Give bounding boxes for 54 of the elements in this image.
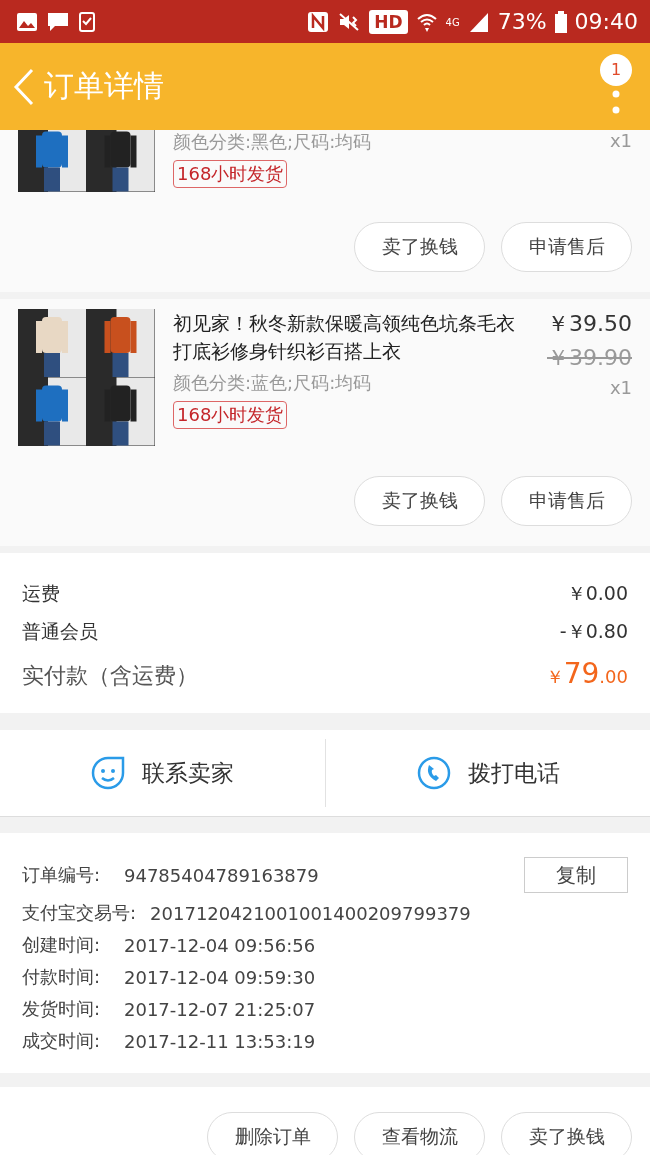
shipping-tag: 168小时发货: [173, 401, 288, 429]
contact-label: 拨打电话: [467, 758, 560, 788]
info-label: 发货时间:: [22, 997, 102, 1021]
battery-percent: 73%: [497, 9, 547, 34]
total-amount: ￥79.00: [545, 657, 628, 690]
order-action-button[interactable]: 删除订单: [207, 1112, 338, 1155]
clipboard-check-icon: [78, 10, 96, 33]
contact-button[interactable]: 拨打电话: [324, 739, 650, 807]
product-spec: 颜色分类:黑色;尺码:均码: [173, 130, 372, 154]
contact-button[interactable]: 联系卖家: [0, 739, 325, 807]
info-value: 2017-12-07 21:25:07: [124, 998, 316, 1020]
info-label: 创建时间:: [22, 933, 102, 957]
battery-icon: [554, 10, 567, 33]
notification-badge: 1: [600, 53, 632, 86]
product-price: ￥39.50: [547, 310, 632, 338]
smiley-chat-icon: [90, 755, 127, 791]
more-icon[interactable]: [612, 89, 620, 114]
info-value: 2017120421001001400209799379: [150, 902, 471, 924]
item-action-button[interactable]: 申请售后: [501, 476, 632, 526]
info-label: 付款时间:: [22, 965, 102, 989]
message-icon: [46, 10, 70, 33]
phone-icon: [415, 755, 452, 791]
gallery-icon: [16, 11, 38, 32]
quantity: x1: [609, 130, 632, 151]
fee-label: 运费: [22, 581, 60, 606]
info-value: 2017-12-11 13:53:19: [124, 1030, 316, 1052]
item-action-button[interactable]: 卖了换钱: [354, 476, 485, 526]
order-action-button[interactable]: 查看物流: [354, 1112, 485, 1155]
item-action-button[interactable]: 卖了换钱: [354, 222, 485, 272]
order-action-button[interactable]: 卖了换钱: [501, 1112, 632, 1155]
product-title[interactable]: 初见家！秋冬新款保暖高领纯色坑条毛衣打底衫修身针织衫百搭上衣: [173, 309, 529, 365]
info-label: 支付宝交易号:: [22, 901, 137, 925]
hd-indicator: HD: [369, 9, 408, 34]
item-action-button[interactable]: 申请售后: [501, 222, 632, 272]
network-type: 4G: [445, 17, 460, 28]
page-title: 订单详情: [44, 67, 165, 105]
info-value: 94785404789163879: [124, 864, 319, 886]
fee-label: 普通会员: [22, 619, 98, 644]
clock: 09:40: [574, 9, 638, 34]
original-price: ￥39.90: [547, 344, 632, 372]
nfc-icon: [307, 10, 330, 33]
shipping-tag: 168小时发货: [173, 160, 288, 188]
info-value: 2017-12-04 09:56:56: [124, 934, 316, 956]
fee-value: -￥0.80: [559, 619, 628, 644]
copy-button[interactable]: 复制: [524, 857, 628, 893]
info-label: 订单编号:: [22, 863, 102, 887]
contact-label: 联系卖家: [142, 758, 235, 788]
back-icon[interactable]: [12, 67, 36, 106]
info-value: 2017-12-04 09:59:30: [124, 966, 316, 988]
fee-value: ￥0.00: [566, 581, 628, 606]
info-label: 成交时间:: [22, 1029, 102, 1053]
product-spec: 颜色分类:蓝色;尺码:均码: [173, 371, 372, 395]
total-label: 实付款（含运费）: [22, 662, 198, 690]
quantity: x1: [609, 377, 632, 398]
